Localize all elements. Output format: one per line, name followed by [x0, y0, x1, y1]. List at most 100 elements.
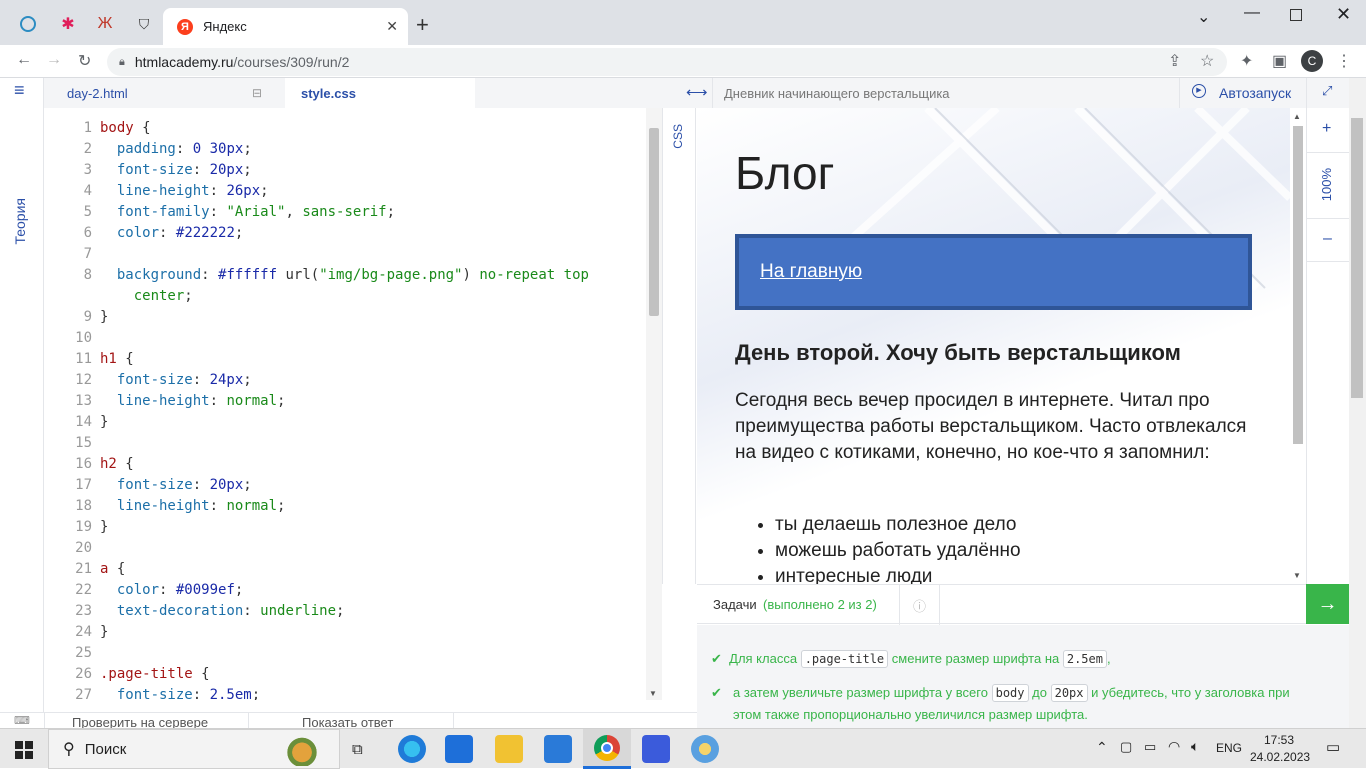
code-editor[interactable]: 12345678 9 10 11 12 13 14 15 16 17 18 19 20 21 22 23 24… — [44, 108, 662, 700]
tab-close-icon[interactable]: ✕ — [386, 18, 398, 35]
zoom-in-button[interactable]: + — [1322, 120, 1331, 138]
divider — [453, 713, 454, 729]
store-icon[interactable] — [445, 735, 473, 763]
pinned-tab-3[interactable]: Ж — [89, 8, 121, 40]
notification-icon[interactable]: ▭ — [1326, 738, 1340, 756]
mail-icon[interactable] — [544, 735, 572, 763]
tray-device-icon[interactable]: ▢ — [1120, 739, 1132, 755]
next-button[interactable]: → — [1306, 584, 1349, 624]
pinned-tab-2[interactable]: ✱ — [52, 8, 84, 40]
autorun-label[interactable]: Автозапуск — [1219, 85, 1291, 101]
code-line[interactable]: line-height: 26px; — [100, 181, 589, 202]
css-label[interactable]: CSS — [671, 124, 685, 149]
editor-scrollbar[interactable]: ▼ — [646, 108, 662, 700]
code-line[interactable]: color: #0099ef; — [100, 580, 589, 601]
code-line[interactable]: font-size: 20px; — [100, 160, 589, 181]
code-line[interactable]: color: #222222; — [100, 223, 589, 244]
resize-arrows-icon[interactable]: ⟷ — [686, 83, 708, 101]
clock-time[interactable]: 17:53 — [1254, 733, 1304, 747]
code-line[interactable]: } — [100, 622, 589, 643]
floppy-app-icon[interactable] — [642, 735, 670, 763]
reload-icon[interactable]: ↻ — [78, 51, 91, 71]
code-line[interactable]: body { — [100, 118, 589, 139]
code-line[interactable]: background: #ffffff url("img/bg-page.png… — [100, 265, 589, 286]
clock-date[interactable]: 24.02.2023 — [1250, 750, 1310, 764]
preview-frame[interactable]: Блог На главную День второй. Хочу быть в… — [697, 108, 1290, 584]
scroll-down-arrow[interactable]: ▼ — [1293, 571, 1301, 580]
code-line[interactable]: line-height: normal; — [100, 496, 589, 517]
chrome-taskbar-item[interactable] — [583, 729, 631, 769]
code-line[interactable]: h2 { — [100, 454, 589, 475]
language-indicator[interactable]: ENG — [1216, 741, 1242, 755]
paint-icon[interactable] — [691, 735, 719, 763]
battery-icon[interactable]: ▭ — [1144, 739, 1156, 755]
wifi-icon[interactable]: ◠ — [1168, 738, 1180, 755]
code-line[interactable]: } — [100, 517, 589, 538]
line-numbers: 12345678 9 10 11 12 13 14 15 16 17 18 19 20 21 22 23 24… — [44, 118, 92, 700]
page-scroll-thumb[interactable] — [1351, 118, 1363, 398]
share-icon[interactable]: ⇪ — [1168, 51, 1181, 71]
collapse-icon[interactable]: ⊟ — [252, 86, 262, 100]
code-line[interactable]: font-size: 2.5em; — [100, 685, 589, 700]
code-line[interactable] — [100, 433, 589, 454]
code-line[interactable]: .page-title { — [100, 664, 589, 685]
code-line[interactable]: } — [100, 307, 589, 328]
tray-chevron-icon[interactable]: ⌃ — [1096, 739, 1108, 756]
line-number: 10 — [75, 330, 92, 346]
code-line[interactable]: line-height: normal; — [100, 391, 589, 412]
preview-scroll-thumb[interactable] — [1293, 126, 1303, 444]
taskbar-search[interactable]: ⚲ Поиск — [48, 729, 340, 769]
menu-dots-icon[interactable]: ⋮ — [1336, 51, 1352, 71]
forward-icon[interactable]: → — [46, 51, 62, 69]
close-window-icon[interactable]: ✕ — [1336, 4, 1351, 25]
code-line[interactable]: text-decoration: underline; — [100, 601, 589, 622]
scroll-down-arrow[interactable]: ▼ — [649, 689, 657, 698]
code-line[interactable] — [100, 328, 589, 349]
scroll-up-arrow[interactable]: ▲ — [1293, 112, 1301, 121]
preview-scrollbar[interactable]: ▲ ▼ — [1290, 108, 1306, 584]
code-line[interactable]: padding: 0 30px; — [100, 139, 589, 160]
code-content[interactable]: body { padding: 0 30px; font-size: 20px;… — [100, 118, 589, 700]
new-tab-button[interactable]: + — [416, 12, 429, 38]
volume-icon[interactable]: 🔈︎ — [1191, 738, 1199, 755]
edge-icon[interactable] — [398, 735, 426, 763]
code-line[interactable]: font-family: "Arial", sans-serif; — [100, 202, 589, 223]
keyboard-icon[interactable]: ⌨ — [14, 714, 30, 727]
pinned-tab-4[interactable]: ⛉ — [128, 8, 160, 40]
page-scrollbar[interactable] — [1349, 78, 1366, 728]
code-line[interactable]: a { — [100, 559, 589, 580]
extensions-icon[interactable]: ✦ — [1240, 51, 1253, 71]
home-link[interactable]: На главную — [760, 261, 862, 283]
hamburger-icon[interactable]: ≡ — [14, 80, 25, 101]
fullscreen-icon[interactable]: ⤢ — [1322, 83, 1332, 99]
tab-day-2-html[interactable]: day-2.html ⊟ — [44, 78, 284, 108]
code-line[interactable] — [100, 643, 589, 664]
explorer-icon[interactable] — [495, 735, 523, 763]
url-bar[interactable]: 🔒︎ htmlacademy.ru/courses/309/run/2 — [107, 48, 1227, 76]
autorun-icon[interactable]: ▶ — [1192, 84, 1206, 98]
pinned-tab-1[interactable] — [12, 8, 44, 40]
minimize-icon[interactable]: — — [1244, 4, 1260, 22]
code-line[interactable] — [100, 244, 589, 265]
tab-style-css[interactable]: style.css — [285, 78, 475, 108]
code-line[interactable]: } — [100, 412, 589, 433]
tab-search-icon[interactable]: ⌄ — [1197, 7, 1210, 27]
info-icon[interactable]: ⓘ — [913, 596, 926, 615]
theory-link[interactable]: Теория — [12, 198, 28, 245]
bookmark-star-icon[interactable]: ☆ — [1200, 51, 1214, 71]
code-line[interactable]: center; — [100, 286, 589, 307]
editor-scroll-thumb[interactable] — [649, 128, 659, 316]
tab-yandex[interactable]: Я Яндекс ✕ — [163, 8, 408, 45]
maximize-icon[interactable] — [1290, 9, 1302, 21]
divider — [1307, 152, 1350, 153]
zoom-out-button[interactable]: – — [1323, 230, 1332, 248]
sidepanel-icon[interactable]: ▣ — [1272, 51, 1287, 71]
profile-avatar[interactable]: C — [1301, 50, 1323, 72]
code-line[interactable]: font-size: 20px; — [100, 475, 589, 496]
code-line[interactable]: font-size: 24px; — [100, 370, 589, 391]
back-icon[interactable]: ← — [16, 51, 32, 69]
code-line[interactable]: h1 { — [100, 349, 589, 370]
code-line[interactable] — [100, 538, 589, 559]
windows-start-icon[interactable] — [15, 741, 33, 759]
task-view-icon[interactable]: ⧉ — [352, 741, 363, 758]
